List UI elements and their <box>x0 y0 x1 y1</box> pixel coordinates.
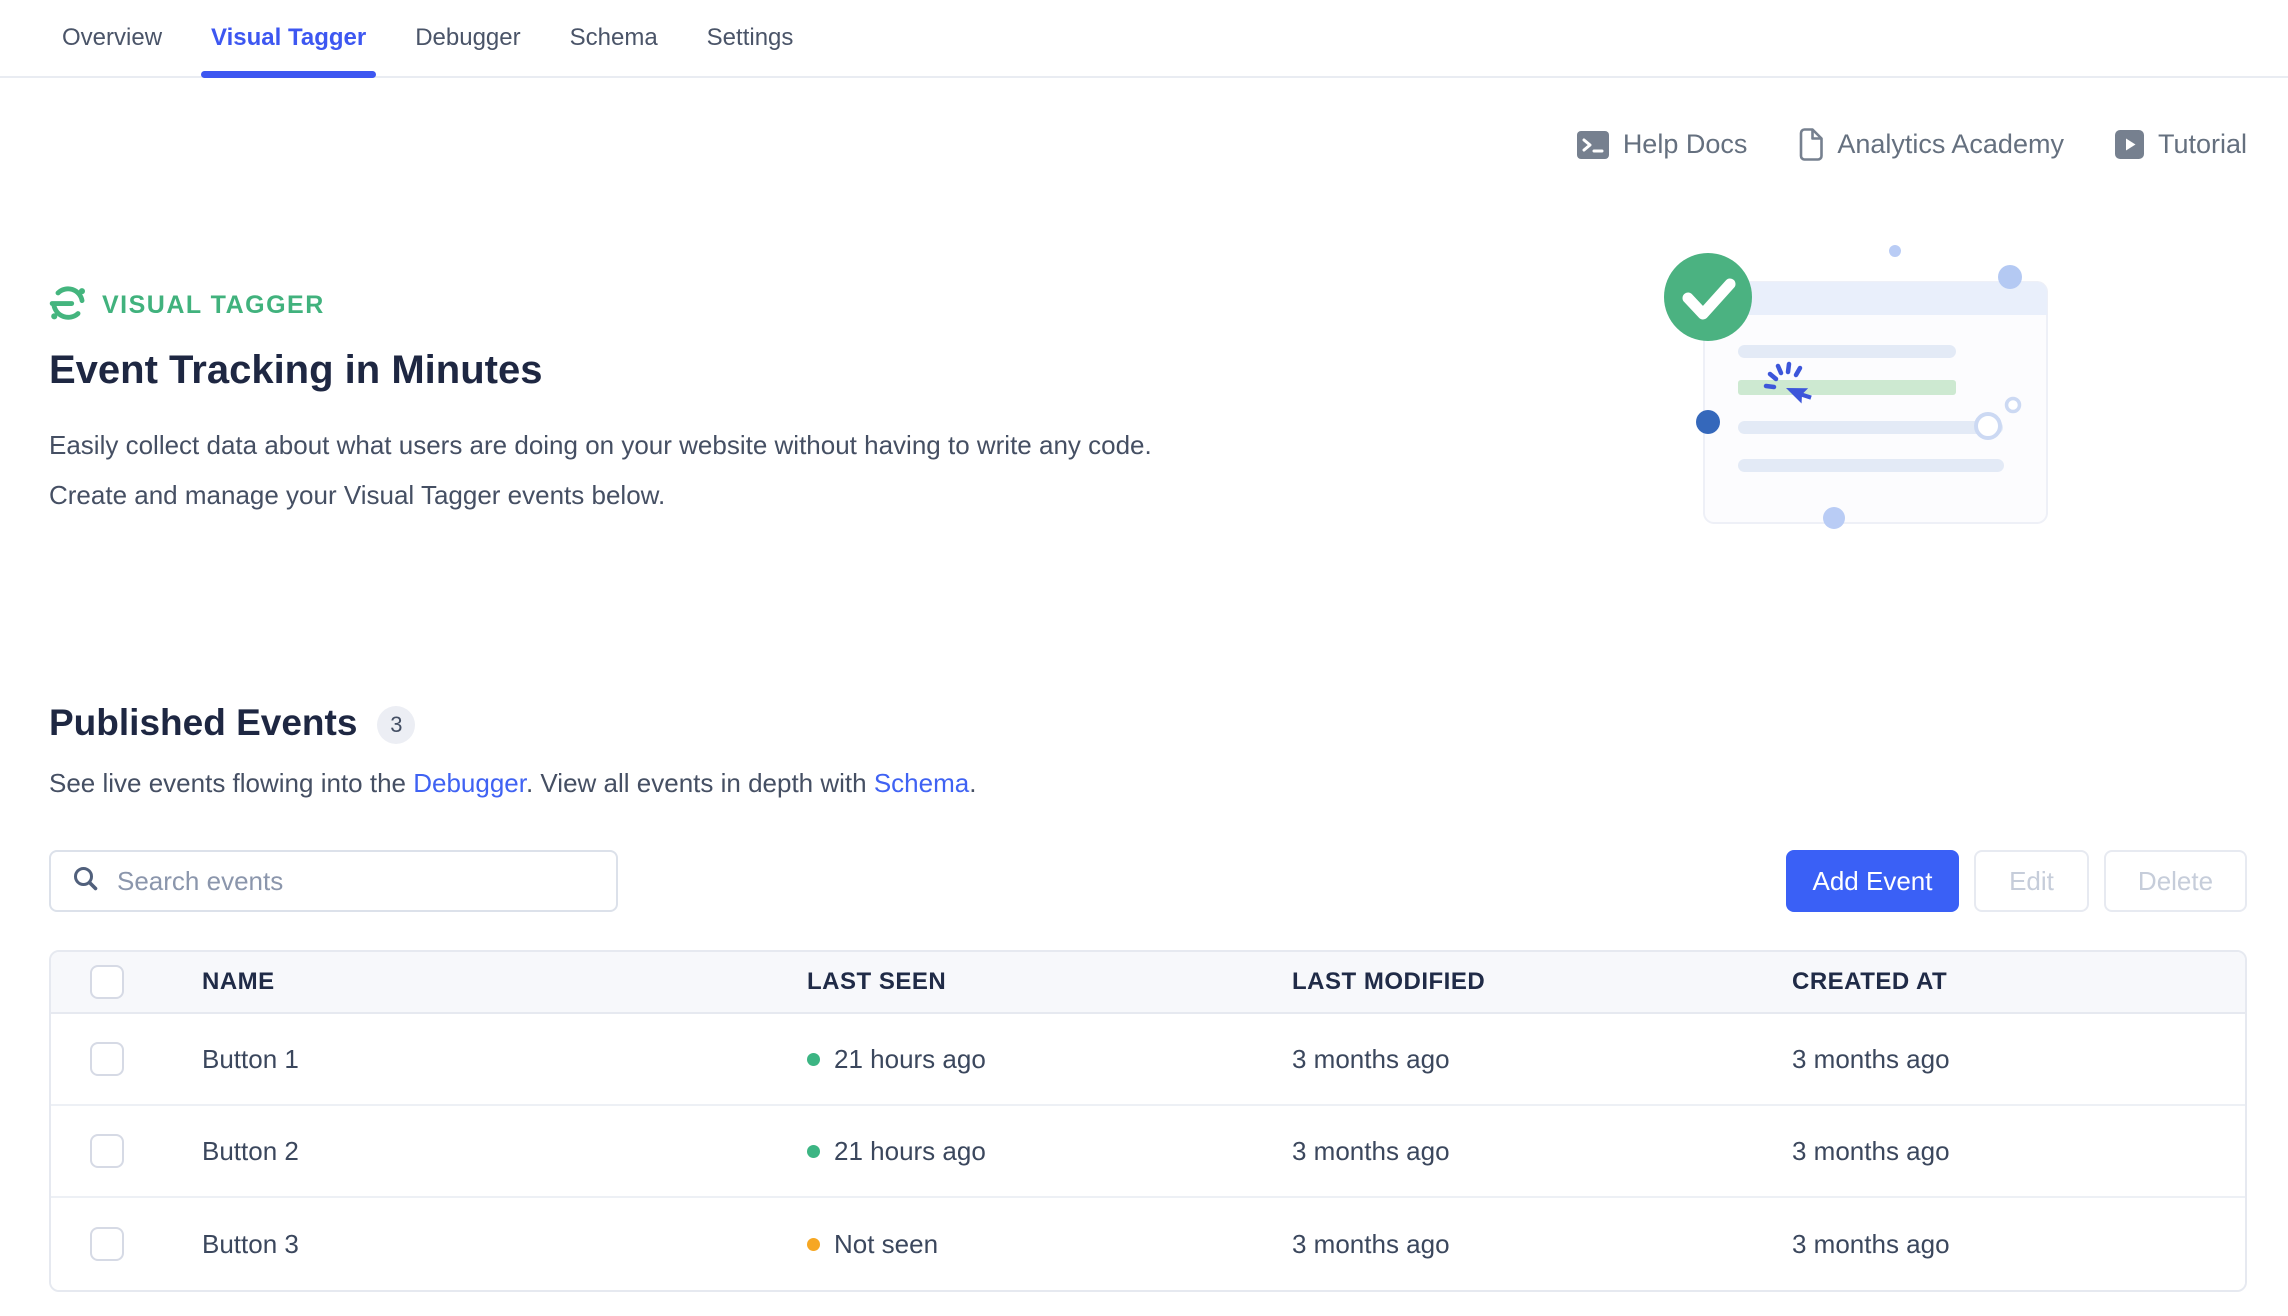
subtext-before: See live events flowing into the <box>49 768 413 798</box>
last-seen-text: Not seen <box>834 1229 938 1260</box>
status-dot <box>807 1053 820 1066</box>
segment-logo-icon <box>49 284 87 327</box>
event-name-cell: Button 2 <box>202 1136 807 1167</box>
last-modified-cell: 3 months ago <box>1292 1044 1792 1075</box>
top-nav: Overview Visual Tagger Debugger Schema S… <box>0 0 2288 78</box>
page-title: Event Tracking in Minutes <box>49 347 542 393</box>
column-header-created-at: CREATED AT <box>1792 968 2245 996</box>
created-at-cell: 3 months ago <box>1792 1136 2245 1167</box>
utility-links: Help Docs Analytics Academy Tutorial <box>1576 128 2247 161</box>
row-checkbox[interactable] <box>90 1134 124 1168</box>
help-docs-label: Help Docs <box>1623 129 1748 160</box>
table-row[interactable]: Button 2 21 hours ago 3 months ago 3 mon… <box>51 1106 2245 1198</box>
file-icon <box>1797 128 1824 161</box>
table-header-row: NAME LAST SEEN LAST MODIFIED CREATED AT <box>51 952 2245 1014</box>
select-all-checkbox[interactable] <box>90 965 124 999</box>
terminal-icon <box>1576 130 1610 160</box>
play-icon <box>2114 129 2145 160</box>
status-dot <box>807 1145 820 1158</box>
search-box <box>49 850 618 912</box>
hero-illustration <box>1628 228 2090 540</box>
event-count-badge: 3 <box>377 706 415 744</box>
column-header-name: NAME <box>202 968 807 996</box>
table-row[interactable]: Button 1 21 hours ago 3 months ago 3 mon… <box>51 1014 2245 1106</box>
tutorial-link[interactable]: Tutorial <box>2114 129 2247 160</box>
tab-visual-tagger[interactable]: Visual Tagger <box>211 0 366 76</box>
add-event-button[interactable]: Add Event <box>1786 850 1959 912</box>
tab-schema[interactable]: Schema <box>570 0 658 76</box>
last-seen-cell: 21 hours ago <box>807 1044 1292 1075</box>
published-events-header: Published Events 3 <box>49 702 415 744</box>
analytics-academy-link[interactable]: Analytics Academy <box>1797 128 2064 161</box>
row-checkbox[interactable] <box>90 1042 124 1076</box>
event-name-cell: Button 1 <box>202 1044 807 1075</box>
analytics-academy-label: Analytics Academy <box>1837 129 2064 160</box>
edit-button[interactable]: Edit <box>1974 850 2089 912</box>
toolbar-actions: Add Event Edit Delete <box>1786 850 2247 912</box>
last-modified-cell: 3 months ago <box>1292 1229 1792 1260</box>
debugger-link[interactable]: Debugger <box>413 768 526 798</box>
last-seen-cell: 21 hours ago <box>807 1136 1292 1167</box>
delete-button[interactable]: Delete <box>2104 850 2247 912</box>
event-name-cell: Button 3 <box>202 1229 807 1260</box>
last-modified-cell: 3 months ago <box>1292 1136 1792 1167</box>
last-seen-text: 21 hours ago <box>834 1136 986 1167</box>
column-header-last-modified: LAST MODIFIED <box>1292 968 1792 996</box>
subtext-middle: . View all events in depth with <box>526 768 874 798</box>
tab-debugger[interactable]: Debugger <box>415 0 520 76</box>
help-docs-link[interactable]: Help Docs <box>1576 129 1748 160</box>
status-dot <box>807 1238 820 1251</box>
subtext-after: . <box>969 768 976 798</box>
schema-link[interactable]: Schema <box>874 768 969 798</box>
hero-description-line-2: Create and manage your Visual Tagger eve… <box>49 470 1152 520</box>
row-checkbox[interactable] <box>90 1227 124 1261</box>
hero-eyebrow-row: VISUAL TAGGER <box>49 284 325 327</box>
check-circle-icon <box>1664 253 1752 341</box>
hero-description: Easily collect data about what users are… <box>49 420 1152 520</box>
table-row[interactable]: Button 3 Not seen 3 months ago 3 months … <box>51 1198 2245 1290</box>
last-seen-cell: Not seen <box>807 1229 1292 1260</box>
created-at-cell: 3 months ago <box>1792 1229 2245 1260</box>
created-at-cell: 3 months ago <box>1792 1044 2245 1075</box>
tab-overview[interactable]: Overview <box>62 0 162 76</box>
last-seen-text: 21 hours ago <box>834 1044 986 1075</box>
search-input[interactable] <box>117 866 616 897</box>
search-icon <box>72 865 100 898</box>
hero-description-line-1: Easily collect data about what users are… <box>49 420 1152 470</box>
section-subtext: See live events flowing into the Debugge… <box>49 768 976 799</box>
tutorial-label: Tutorial <box>2158 129 2247 160</box>
hero-eyebrow: VISUAL TAGGER <box>102 291 325 320</box>
events-table: NAME LAST SEEN LAST MODIFIED CREATED AT … <box>49 950 2247 1292</box>
column-header-last-seen: LAST SEEN <box>807 968 1292 996</box>
tab-settings[interactable]: Settings <box>707 0 794 76</box>
section-title: Published Events <box>49 702 357 744</box>
